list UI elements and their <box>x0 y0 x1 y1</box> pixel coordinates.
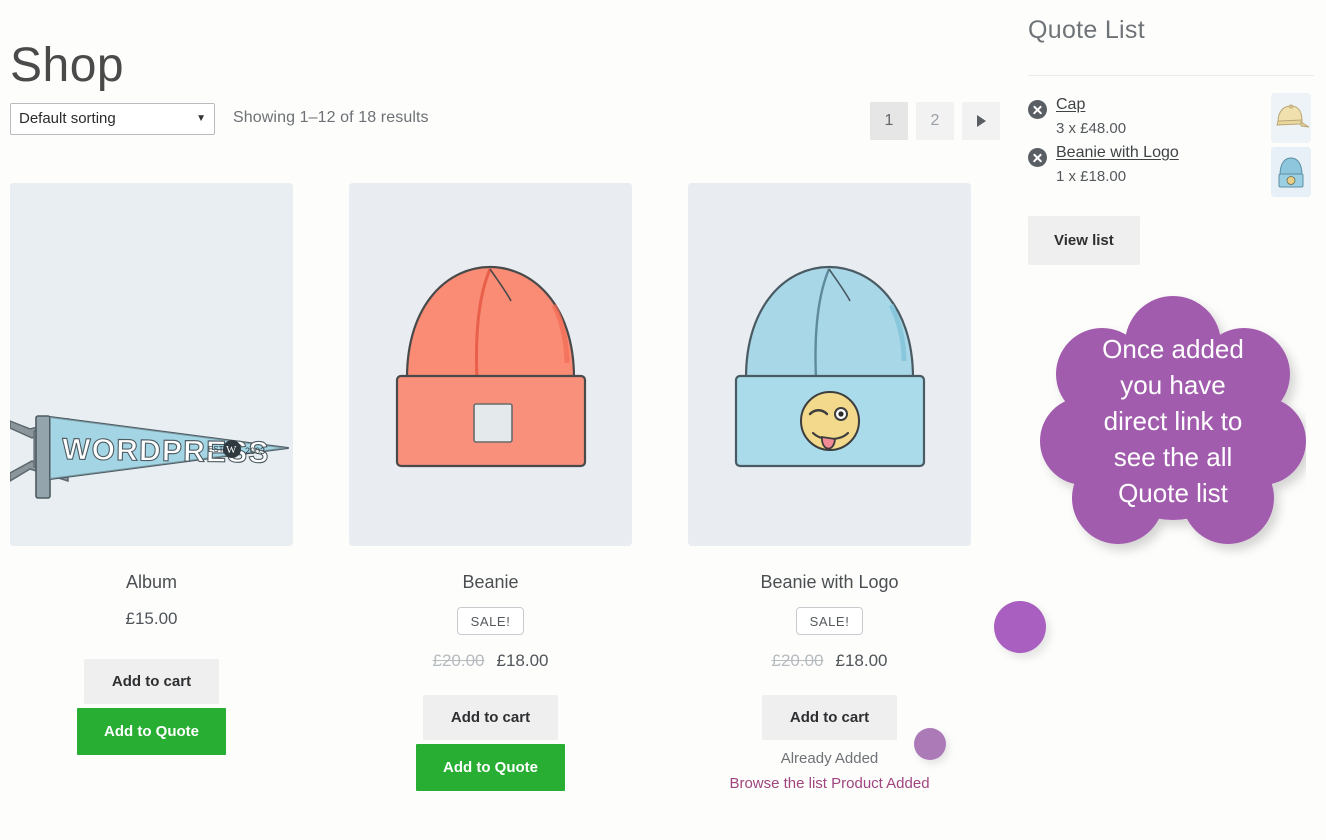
browse-quote-list-link[interactable]: Browse the list Product Added <box>729 775 929 792</box>
product-price-current: £15.00 <box>125 609 178 628</box>
sort-select[interactable]: Default sorting ▼ <box>10 103 215 135</box>
shop-toolbar: Default sorting ▼ Showing 1–12 of 18 res… <box>0 102 1010 141</box>
product-image-beanie-with-logo[interactable] <box>688 183 971 546</box>
add-to-quote-button[interactable]: Add to Quote <box>77 708 226 755</box>
triangle-right-icon <box>976 115 986 127</box>
decor-dot-large <box>994 601 1046 653</box>
cap-thumbnail[interactable] <box>1271 93 1311 143</box>
decor-dot-small <box>914 728 946 760</box>
quote-list-item: Cap 3 x £48.00 <box>1028 96 1258 137</box>
product-price-current: £18.00 <box>835 651 888 670</box>
product-grid: WORDPRESS EST W 2003 Album £15.00 Add to… <box>10 183 985 792</box>
product-name: Album <box>125 572 178 592</box>
callout-text: Once added you have direct link to see t… <box>1040 286 1306 558</box>
callout-line: direct link to <box>1103 406 1243 437</box>
sale-badge: SALE! <box>456 607 525 635</box>
result-count: Showing 1–12 of 18 results <box>233 109 429 126</box>
quote-list-thumbnails <box>1271 93 1311 197</box>
add-to-cart-button[interactable]: Add to cart <box>422 695 559 740</box>
pagination-next-button[interactable] <box>962 102 1000 140</box>
add-to-cart-button[interactable]: Add to cart <box>761 695 898 740</box>
product-card: Beanie with Logo SALE! £20.00 £18.00 Add … <box>688 183 971 792</box>
product-card: WORDPRESS EST W 2003 Album £15.00 Add to… <box>10 183 293 792</box>
add-to-quote-button[interactable]: Add to Quote <box>416 744 565 791</box>
remove-circle-x-icon[interactable] <box>1028 148 1047 167</box>
product-price-current: £18.00 <box>496 651 549 670</box>
pagination: 1 2 <box>870 102 1000 140</box>
chevron-down-icon: ▼ <box>196 113 206 124</box>
beanie-with-logo-thumbnail[interactable] <box>1271 147 1311 197</box>
sort-select-value: Default sorting <box>19 110 116 127</box>
quote-list-items: Cap 3 x £48.00 Beanie with Logo 1 x £18.… <box>1028 96 1258 185</box>
product-image-album[interactable]: WORDPRESS EST W 2003 <box>10 183 293 546</box>
product-image-beanie[interactable] <box>349 183 632 546</box>
quote-list-widget: Cap 3 x £48.00 Beanie with Logo 1 x £18.… <box>1028 93 1316 197</box>
remove-circle-x-icon[interactable] <box>1028 100 1047 119</box>
callout-line: Once added <box>1102 334 1244 365</box>
view-list-button[interactable]: View list <box>1028 216 1140 265</box>
product-price-regular: £20.00 <box>771 651 824 670</box>
callout-line: you have <box>1120 370 1226 401</box>
already-added-label: Already Added <box>780 750 879 767</box>
quote-item-link[interactable]: Beanie with Logo <box>1056 144 1179 162</box>
sidebar-title: Quote List <box>1028 16 1145 44</box>
quote-item-quantity-price: 3 x £48.00 <box>1056 120 1127 137</box>
pagination-page-1[interactable]: 1 <box>870 102 908 140</box>
quote-item-quantity-price: 1 x £18.00 <box>1056 168 1127 185</box>
product-price: £20.00 £18.00 <box>772 651 888 671</box>
quote-list-item: Beanie with Logo 1 x £18.00 <box>1028 144 1258 185</box>
page-title: Shop <box>10 39 125 93</box>
product-card: Beanie SALE! £20.00 £18.00 Add to cart Ad… <box>349 183 632 792</box>
product-name: Beanie with Logo <box>760 572 899 592</box>
callout-bubble: Once added you have direct link to see t… <box>1040 286 1306 558</box>
quote-item-link[interactable]: Cap <box>1056 96 1085 114</box>
sale-badge: SALE! <box>795 607 864 635</box>
product-price: £20.00 £18.00 <box>433 651 549 671</box>
product-name: Beanie <box>462 572 519 592</box>
main-content: Shop Default sorting ▼ Showing 1–12 of 1… <box>0 0 1010 840</box>
svg-text:W: W <box>226 444 237 456</box>
callout-line: Quote list <box>1118 477 1228 508</box>
add-to-cart-button[interactable]: Add to cart <box>83 659 220 704</box>
callout-line: see the all <box>1113 441 1233 472</box>
product-price: £15.00 <box>126 609 178 629</box>
sidebar-divider <box>1028 75 1314 76</box>
svg-text:EST: EST <box>208 445 224 454</box>
product-price-regular: £20.00 <box>432 651 485 670</box>
shop-page: Shop Default sorting ▼ Showing 1–12 of 1… <box>0 0 1326 840</box>
svg-text:2003: 2003 <box>245 446 265 456</box>
pagination-page-2[interactable]: 2 <box>916 102 954 140</box>
